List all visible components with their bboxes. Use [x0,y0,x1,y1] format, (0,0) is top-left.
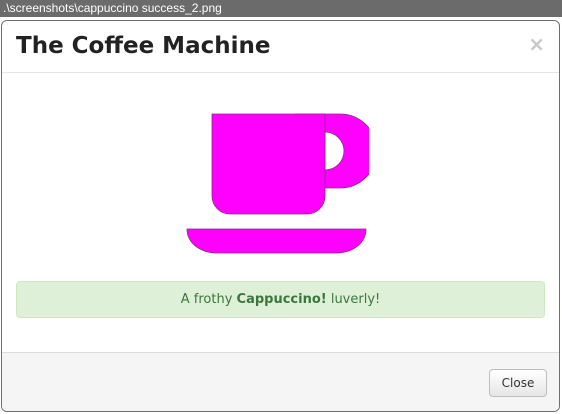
dialog-body: A frothy Cappuccino! luverly! [2,73,559,353]
alert-drink: Cappuccino! [236,292,327,307]
dialog-title: The Coffee Machine [16,33,271,59]
coffee-cup-icon [186,113,369,254]
alert-prefix: A frothy [180,292,237,307]
close-button[interactable]: Close [489,369,547,397]
success-alert: A frothy Cappuccino! luverly! [16,281,545,318]
coffee-machine-dialog: The Coffee Machine × A frothy Cappuccino… [1,20,560,412]
alert-suffix: luverly! [326,292,381,307]
dialog-footer: Close [2,352,559,411]
window-title: .\screenshots\cappuccino success_2.png [0,0,562,17]
dialog-header: The Coffee Machine × [2,21,559,73]
cup-saucer [186,228,367,254]
cup-body [211,113,326,215]
close-icon[interactable]: × [528,33,545,55]
